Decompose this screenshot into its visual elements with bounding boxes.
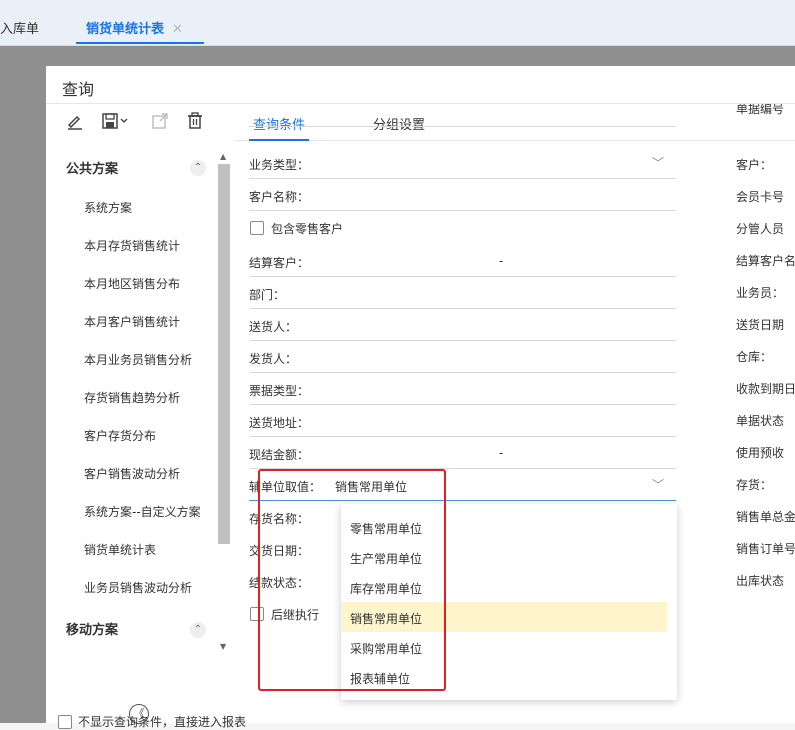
tab-label: 销货单统计表 [86, 22, 165, 37]
field-label: 送货人： [249, 320, 298, 334]
field-label: 客户名称： [249, 190, 310, 204]
save-icon[interactable] [101, 112, 129, 135]
scrollbar[interactable]: ▲ ▼ [217, 152, 231, 712]
export-icon[interactable] [151, 112, 169, 135]
right-col-label: 出库状态 [736, 574, 785, 588]
group-mobile[interactable]: 移动方案 [66, 619, 118, 638]
deliverer-field[interactable]: 送货人： [249, 310, 676, 341]
scheme-item[interactable]: 存货销售趋势分析 [84, 389, 180, 406]
customer-name-field[interactable]: 客户名称： [249, 180, 676, 211]
scheme-item[interactable]: 客户存货分布 [84, 427, 156, 444]
right-col-label: 会员卡号 [736, 190, 785, 204]
tab-bar: 入库单 销货单统计表 ✕ [0, 0, 795, 46]
shipper-field[interactable]: 发货人： [249, 342, 676, 373]
right-col-label: 使用预收 [736, 446, 785, 460]
department-field[interactable]: 部门： [249, 278, 676, 309]
scheme-panel: 公共方案 ⌃ 系统方案 本月存货销售统计 本月地区销售分布 本月客户销售统计 本… [46, 104, 235, 724]
dialog-title: 查询 [62, 80, 95, 99]
chevron-up-icon[interactable]: ⌃ [190, 622, 206, 638]
field-label: 部门： [249, 288, 286, 302]
field-label: 业务类型： [249, 158, 310, 172]
checkbox-label: 包含零售客户 [271, 222, 344, 236]
field-label: 现结金额： [249, 448, 310, 462]
active-tab-indicator [249, 139, 310, 141]
skip-query-label: 不显示查询条件，直接进入报表 [78, 715, 247, 729]
scheme-item[interactable]: 系统方案 [84, 199, 132, 216]
active-tab-indicator [76, 42, 204, 44]
scrolled-row [249, 118, 676, 127]
scheme-item[interactable]: 业务员销售波动分析 [84, 579, 192, 596]
scheme-item[interactable]: 本月地区销售分布 [84, 275, 180, 292]
bill-type-field[interactable]: 票据类型： [249, 374, 676, 405]
highlight-box [258, 469, 446, 691]
scheme-item[interactable]: 本月业务员销售分析 [84, 351, 192, 368]
range-dash: - [499, 254, 504, 268]
range-dash: - [499, 446, 504, 460]
tab-stock-in[interactable]: 入库单 [0, 18, 39, 37]
right-col-label: 存货： [736, 478, 773, 492]
edit-icon[interactable] [66, 112, 84, 135]
delete-icon[interactable] [186, 112, 204, 135]
field-label: 送货地址： [249, 416, 310, 430]
scheme-item[interactable]: 系统方案--自定义方案 [84, 503, 201, 520]
right-col-label: 客户： [736, 158, 773, 172]
scroll-thumb[interactable] [218, 164, 230, 544]
right-col-label: 单据编号 [736, 104, 785, 116]
right-col-label: 单据状态 [736, 414, 785, 428]
include-retail-row[interactable]: 包含零售客户 [249, 212, 676, 242]
scroll-down-icon[interactable]: ▼ [220, 642, 226, 651]
scheme-item[interactable]: 本月存货销售统计 [84, 237, 180, 254]
field-label: 结算客户： [249, 256, 310, 270]
chevron-up-icon[interactable]: ⌃ [190, 160, 206, 176]
right-col-label: 仓库： [736, 350, 773, 364]
scroll-up-icon[interactable]: ▲ [220, 152, 226, 161]
right-col-label: 业务员： [736, 286, 785, 300]
bottom-bar: 不显示查询条件，直接进入报表 [46, 704, 795, 729]
business-type-field[interactable]: 业务类型： ﹀ [249, 148, 676, 179]
scheme-item[interactable]: 客户销售波动分析 [84, 465, 180, 482]
skip-query-checkbox[interactable] [58, 715, 72, 729]
right-col-label: 收款到期日 [736, 382, 795, 396]
right-col-label: 销售订单号 [736, 542, 795, 556]
delivery-address-field[interactable]: 送货地址： [249, 406, 676, 437]
right-col-label: 分管人员 [736, 222, 785, 236]
cash-amount-field[interactable]: 现结金额： - [249, 438, 676, 469]
right-col-label: 结算客户名 [736, 254, 795, 268]
chevron-down-icon[interactable]: ﹀ [652, 154, 664, 171]
field-label: 票据类型： [249, 384, 310, 398]
chevron-down-icon[interactable]: ﹀ [652, 476, 664, 493]
right-col-label: 送货日期 [736, 318, 785, 332]
scheme-item[interactable]: 本月客户销售统计 [84, 313, 180, 330]
tab-sales-report[interactable]: 销货单统计表 ✕ [76, 18, 204, 44]
close-icon[interactable]: ✕ [172, 22, 183, 37]
settle-customer-field[interactable]: 结算客户： - [249, 246, 676, 277]
field-label: 发货人： [249, 352, 298, 366]
right-col-label: 销售单总金 [736, 510, 795, 524]
scheme-toolbar [46, 104, 234, 142]
include-retail-checkbox[interactable] [250, 221, 264, 235]
group-public[interactable]: 公共方案 [66, 158, 118, 177]
scheme-item[interactable]: 销货单统计表 [84, 541, 156, 558]
